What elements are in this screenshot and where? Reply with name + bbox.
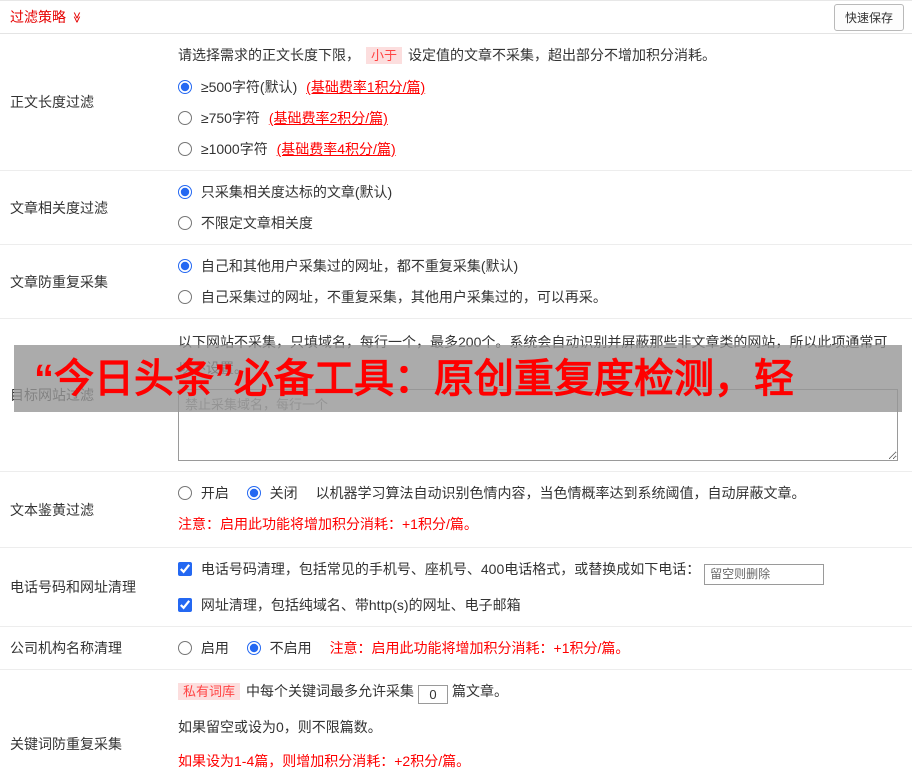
keyword-note-zero: 如果留空或设为0，则不限篇数。 xyxy=(178,718,382,735)
porn-filter-warning: 注意：启用此功能将增加积分消耗：+1积分/篇。 xyxy=(178,516,478,532)
row-length-filter: 正文长度过滤 请选择需求的正文长度下限， 小于 设定值的文章不采集，超出部分不增加积… xyxy=(0,34,912,171)
keyword-note-cost: 如果设为1-4篇，则增加积分消耗：+2积分/篇。 xyxy=(178,752,471,768)
length-option-750-label: ≥750字符 xyxy=(200,110,260,126)
row-clean-filter: 电话号码和网址清理 电话号码清理，包括常见的手机号、座机号、400电话格式，或替… xyxy=(0,548,912,627)
length-filter-label: 正文长度过滤 xyxy=(10,94,94,110)
row-dedup-filter: 文章防重复采集 自己和其他用户采集过的网址，都不重复采集(默认) 自己采集过的网… xyxy=(0,245,912,319)
porn-option-off[interactable]: 关闭 xyxy=(246,485,302,501)
dedup-radio-self[interactable] xyxy=(178,290,192,304)
length-radio-750[interactable] xyxy=(178,111,192,125)
length-filter-intro: 请选择需求的正文长度下限， 小于 设定值的文章不采集，超出部分不增加积分消耗。 xyxy=(178,44,898,67)
dedup-option-global[interactable]: 自己和其他用户采集过的网址，都不重复采集(默认) xyxy=(178,255,898,277)
watermark-text: “今日头条”必备工具：原创重复度检测，轻 xyxy=(34,356,794,401)
relevance-radio-strict[interactable] xyxy=(178,185,192,199)
watermark-banner: “今日头条”必备工具：原创重复度检测，轻 xyxy=(14,345,902,412)
phone-clean-option[interactable]: 电话号码清理，包括常见的手机号、座机号、400电话格式，或替换成如下电话： xyxy=(178,561,704,577)
page-header: 过滤策略 ≫ 快速保存 xyxy=(0,1,912,34)
page-title-text: 过滤策略 xyxy=(10,9,66,25)
porn-filter-options: 开启 关闭 以机器学习算法自动识别色情内容，当色情概率达到系统阈值，自动屏蔽文章… xyxy=(178,482,898,504)
company-filter-options: 启用 不启用 注意：启用此功能将增加积分消耗：+1积分/篇。 xyxy=(178,637,898,659)
relevance-filter-content: 只采集相关度达标的文章(默认) 不限定文章相关度 xyxy=(178,171,912,244)
relevance-option-any-label: 不限定文章相关度 xyxy=(200,215,313,231)
keyword-filter-content: 私有词库中每个关键词最多允许采集 篇文章。 如果留空或设为0，则不限篇数。 如果设… xyxy=(178,670,912,768)
company-option-on[interactable]: 启用 xyxy=(178,640,233,656)
dedup-filter-content: 自己和其他用户采集过的网址，都不重复采集(默认) 自己采集过的网址，不重复采集，… xyxy=(178,245,912,318)
private-lexicon-tag: 私有词库 xyxy=(178,682,241,700)
company-radio-off[interactable] xyxy=(246,640,261,655)
length-option-500[interactable]: ≥500字符(默认) (基础费率1积分/篇) xyxy=(178,76,898,98)
porn-radio-off[interactable] xyxy=(246,486,261,500)
quick-save-button[interactable]: 快速保存 xyxy=(833,3,904,31)
company-radio-on[interactable] xyxy=(178,640,192,655)
row-porn-filter: 文本鉴黄过滤 开启 关闭 以机器学习算法自动识别色情内容，当色情概率达到系统阈值… xyxy=(0,472,912,548)
replacement-phone-input[interactable] xyxy=(704,563,825,585)
company-option-off[interactable]: 不启用 xyxy=(246,639,316,656)
row-keyword-filter: 关键词防重复采集 私有词库中每个关键词最多允许采集 篇文章。 如果留空或设为0，则… xyxy=(0,670,912,768)
clean-filter-label: 电话号码和网址清理 xyxy=(10,578,136,595)
length-filter-content: 请选择需求的正文长度下限， 小于 设定值的文章不采集，超出部分不增加积分消耗。 ≥5… xyxy=(178,34,912,170)
porn-radio-on[interactable] xyxy=(178,486,192,500)
length-radio-500[interactable] xyxy=(178,80,192,94)
page-title[interactable]: 过滤策略 ≫ xyxy=(10,7,83,27)
porn-filter-label: 文本鉴黄过滤 xyxy=(10,501,94,518)
porn-filter-content: 开启 关闭 以机器学习算法自动识别色情内容，当色情概率达到系统阈值，自动屏蔽文章… xyxy=(178,472,912,547)
length-option-750[interactable]: ≥750字符 (基础费率2积分/篇) xyxy=(178,107,898,129)
length-option-750-cost-note: (基础费率2积分/篇) xyxy=(268,110,388,126)
collapse-chevron-icon[interactable]: ≫ xyxy=(70,11,83,23)
porn-option-on-label: 开启 xyxy=(200,485,229,501)
porn-filter-desc: 以机器学习算法自动识别色情内容，当色情概率达到系统阈值，自动屏蔽文章。 xyxy=(315,485,806,501)
company-filter-label: 公司机构名称清理 xyxy=(10,639,122,656)
clean-filter-content: 电话号码清理，包括常见的手机号、座机号、400电话格式，或替换成如下电话： 网址… xyxy=(178,548,912,626)
relevance-filter-label: 文章相关度过滤 xyxy=(10,199,108,216)
relevance-option-strict-label: 只采集相关度达标的文章(默认) xyxy=(200,184,393,200)
intro-before: 请选择需求的正文长度下限， xyxy=(178,47,360,63)
url-clean-label: 网址清理，包括纯域名、带http(s)的网址、电子邮箱 xyxy=(200,596,521,613)
keyword-limit-suffix: 篇文章。 xyxy=(452,682,509,699)
keyword-limit-line: 私有词库中每个关键词最多允许采集 篇文章。 xyxy=(178,680,898,704)
company-option-on-label: 启用 xyxy=(200,639,229,656)
relevance-option-any[interactable]: 不限定文章相关度 xyxy=(178,212,898,234)
row-relevance-filter: 文章相关度过滤 只采集相关度达标的文章(默认) 不限定文章相关度 xyxy=(0,171,912,245)
porn-option-on[interactable]: 开启 xyxy=(178,485,233,501)
relevance-option-strict[interactable]: 只采集相关度达标的文章(默认) xyxy=(178,181,898,203)
length-option-1000-cost-note: (基础费率4积分/篇) xyxy=(276,141,396,157)
phone-clean-line: 电话号码清理，包括常见的手机号、座机号、400电话格式，或替换成如下电话： xyxy=(178,558,898,585)
dedup-filter-label: 文章防重复采集 xyxy=(10,273,108,290)
dedup-option-self[interactable]: 自己采集过的网址，不重复采集，其他用户采集过的，可以再采。 xyxy=(178,286,898,308)
company-filter-content: 启用 不启用 注意：启用此功能将增加积分消耗：+1积分/篇。 xyxy=(178,627,912,669)
filter-settings-page: 过滤策略 ≫ 快速保存 正文长度过滤 请选择需求的正文长度下限， 小于 设定值的文章… xyxy=(0,0,912,768)
length-option-500-label: ≥500字符(默认) xyxy=(200,79,298,95)
url-clean-option[interactable]: 网址清理，包括纯域名、带http(s)的网址、电子邮箱 xyxy=(178,597,521,613)
length-radio-1000[interactable] xyxy=(178,142,192,156)
length-option-500-cost-note: (基础费率1积分/篇) xyxy=(306,79,426,95)
length-option-1000[interactable]: ≥1000字符 (基础费率4积分/篇) xyxy=(178,138,898,160)
phone-clean-label: 电话号码清理，包括常见的手机号、座机号、400电话格式，或替换成如下电话： xyxy=(200,561,701,577)
keyword-limit-input[interactable] xyxy=(418,684,449,704)
length-option-1000-label: ≥1000字符 xyxy=(200,141,268,157)
url-clean-checkbox[interactable] xyxy=(178,597,192,612)
row-company-filter: 公司机构名称清理 启用 不启用 注意：启用此功能将增加积分消耗：+1积分/篇。 xyxy=(0,627,912,670)
keyword-limit-text: 中每个关键词最多允许采集 xyxy=(246,682,415,699)
phone-clean-checkbox[interactable] xyxy=(178,562,192,576)
company-filter-warning: 注意：启用此功能将增加积分消耗：+1积分/篇。 xyxy=(329,639,630,656)
dedup-option-global-label: 自己和其他用户采集过的网址，都不重复采集(默认) xyxy=(200,258,519,274)
dedup-option-self-label: 自己采集过的网址，不重复采集，其他用户采集过的，可以再采。 xyxy=(200,289,607,305)
dedup-radio-global[interactable] xyxy=(178,259,192,273)
url-clean-line: 网址清理，包括纯域名、带http(s)的网址、电子邮箱 xyxy=(178,594,898,616)
intro-after: 设定值的文章不采集，超出部分不增加积分消耗。 xyxy=(408,47,717,63)
keyword-filter-label: 关键词防重复采集 xyxy=(10,735,122,752)
company-option-off-label: 不启用 xyxy=(269,639,312,656)
less-than-tag: 小于 xyxy=(366,47,403,64)
porn-option-off-label: 关闭 xyxy=(269,485,298,501)
relevance-radio-any[interactable] xyxy=(178,216,192,230)
